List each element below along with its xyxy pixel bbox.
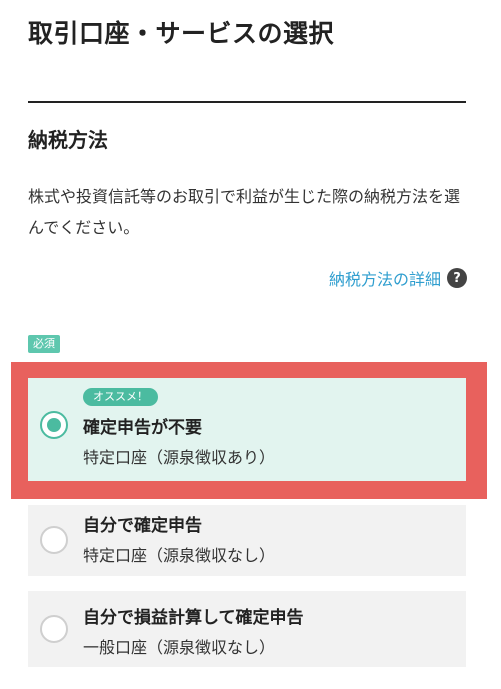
option-title: 自分で確定申告 xyxy=(83,516,202,536)
radio-selected-icon[interactable] xyxy=(40,411,68,439)
title-divider xyxy=(28,101,466,103)
details-link-label: 納税方法の詳細 xyxy=(328,270,441,289)
option-no-tax-return[interactable]: オススメ！ 確定申告が不要 特定口座（源泉徴収あり） xyxy=(28,378,466,481)
option-subtitle: 特定口座（源泉徴収あり） xyxy=(83,448,276,467)
section-description: 株式や投資信託等のお取引で利益が生じた際の納税方法を選んでください。 xyxy=(28,187,461,237)
required-badge: 必須 xyxy=(28,335,60,353)
page-title: 取引口座・サービスの選択 xyxy=(28,19,335,48)
option-title: 自分で損益計算して確定申告 xyxy=(83,608,304,628)
option-subtitle: 一般口座（源泉徴収なし） xyxy=(83,638,276,657)
option-self-calculation-tax-return[interactable]: 自分で損益計算して確定申告 一般口座（源泉徴収なし） xyxy=(28,591,466,667)
tax-method-details-link[interactable]: 納税方法の詳細 ? xyxy=(329,266,467,290)
question-circle-icon: ? xyxy=(447,268,467,288)
recommended-badge: オススメ！ xyxy=(83,388,158,406)
option-title: 確定申告が不要 xyxy=(83,418,202,438)
option-subtitle: 特定口座（源泉徴収なし） xyxy=(83,546,276,565)
radio-unselected-icon[interactable] xyxy=(40,526,68,554)
option-self-tax-return[interactable]: 自分で確定申告 特定口座（源泉徴収なし） xyxy=(28,505,466,576)
section-title: 納税方法 xyxy=(28,128,108,152)
radio-unselected-icon[interactable] xyxy=(40,615,68,643)
page: 取引口座・サービスの選択 納税方法 株式や投資信託等のお取引で利益が生じた際の納… xyxy=(0,0,501,689)
